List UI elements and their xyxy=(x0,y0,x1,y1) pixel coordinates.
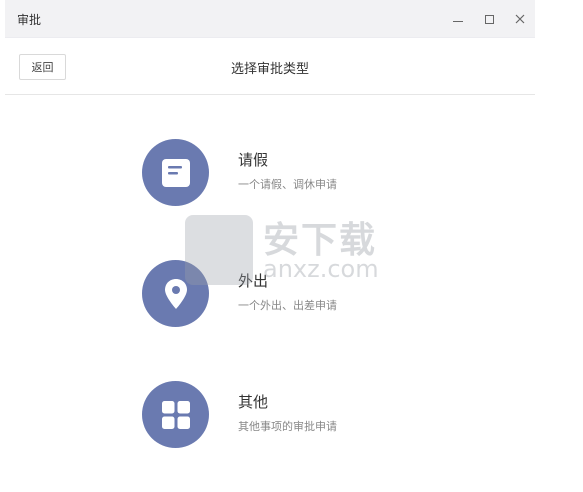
maximize-button[interactable] xyxy=(479,9,499,29)
close-button[interactable] xyxy=(510,9,530,29)
grid-icon xyxy=(161,400,190,429)
approval-window: 审批 返回 选择审批类型 请假 一个请假、调休申请 外出 一个外出、出差申请 其… xyxy=(5,0,535,492)
option-desc: 一个请假、调休申请 xyxy=(238,178,337,191)
option-name: 请假 xyxy=(238,151,269,169)
option-other[interactable]: 其他 其他事项的审批申请 xyxy=(142,381,442,451)
option-leave[interactable]: 请假 一个请假、调休申请 xyxy=(142,139,442,209)
option-desc: 其他事项的审批申请 xyxy=(238,420,337,433)
leave-icon-circle xyxy=(142,139,209,206)
page-header: 返回 选择审批类型 xyxy=(5,38,535,95)
other-icon-circle xyxy=(142,381,209,448)
close-icon xyxy=(515,14,525,24)
maximize-icon xyxy=(484,14,494,24)
minimize-button[interactable] xyxy=(448,9,468,29)
document-icon xyxy=(161,158,190,187)
option-desc: 一个外出、出差申请 xyxy=(238,299,337,312)
option-name: 其他 xyxy=(238,393,269,411)
window-title: 审批 xyxy=(17,13,42,27)
watermark-text: 安下载 xyxy=(263,220,378,261)
option-outing[interactable]: 外出 一个外出、出差申请 xyxy=(142,260,442,330)
option-name: 外出 xyxy=(238,272,269,290)
outing-icon-circle xyxy=(142,260,209,327)
title-bar: 审批 xyxy=(5,0,535,38)
minimize-icon xyxy=(453,20,463,22)
location-pin-icon xyxy=(164,278,187,309)
page-title: 选择审批类型 xyxy=(230,62,309,77)
